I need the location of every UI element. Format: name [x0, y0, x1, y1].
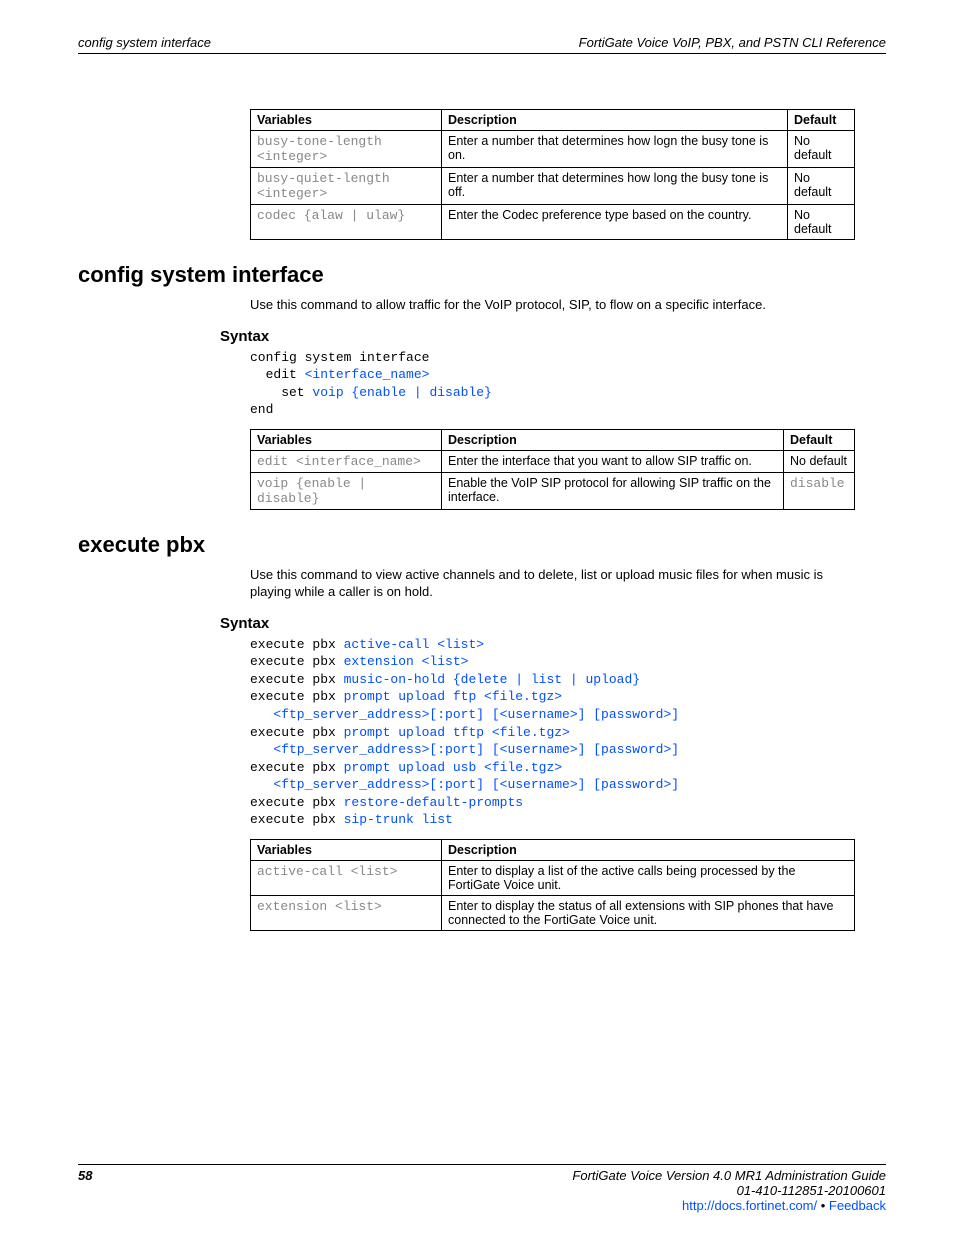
col-default: Default [784, 429, 855, 450]
table-row: busy-tone-length <integer> Enter a numbe… [251, 131, 855, 168]
col-description: Description [442, 429, 784, 450]
col-variables: Variables [251, 839, 442, 860]
page-number: 58 [78, 1168, 92, 1213]
table-row: busy-quiet-length <integer> Enter a numb… [251, 168, 855, 205]
table-row: codec {alaw | ulaw} Enter the Codec pref… [251, 205, 855, 240]
syntax-heading: Syntax [220, 328, 886, 345]
variables-table-1: Variables Description Default busy-tone-… [250, 109, 855, 240]
footer-feedback-link[interactable]: Feedback [829, 1198, 886, 1213]
variables-table-2: Variables Description Default edit <inte… [250, 429, 855, 510]
table-row: edit <interface_name> Enter the interfac… [251, 450, 855, 472]
code-block: config system interface edit <interface_… [250, 349, 886, 419]
header-right: FortiGate Voice VoIP, PBX, and PSTN CLI … [579, 35, 886, 50]
section-intro: Use this command to view active channels… [250, 566, 856, 601]
page-header: config system interface FortiGate Voice … [78, 35, 886, 54]
header-left: config system interface [78, 35, 211, 50]
table-row: active-call <list> Enter to display a li… [251, 860, 855, 895]
footer-guide: FortiGate Voice Version 4.0 MR1 Administ… [572, 1168, 886, 1183]
section-heading-config-system-interface: config system interface [78, 262, 886, 288]
col-variables: Variables [251, 110, 442, 131]
variables-table-3: Variables Description active-call <list>… [250, 839, 855, 931]
col-default: Default [788, 110, 855, 131]
footer-docid: 01-410-112851-20100601 [572, 1183, 886, 1198]
code-block: execute pbx active-call <list> execute p… [250, 636, 886, 829]
footer-link[interactable]: http://docs.fortinet.com/ [682, 1198, 817, 1213]
table-row: extension <list> Enter to display the st… [251, 895, 855, 930]
col-variables: Variables [251, 429, 442, 450]
table-row: voip {enable | disable} Enable the VoIP … [251, 472, 855, 509]
section-heading-execute-pbx: execute pbx [78, 532, 886, 558]
section-intro: Use this command to allow traffic for th… [250, 296, 856, 314]
col-description: Description [442, 110, 788, 131]
col-description: Description [442, 839, 855, 860]
page-footer: 58 FortiGate Voice Version 4.0 MR1 Admin… [78, 1164, 886, 1213]
syntax-heading: Syntax [220, 615, 886, 632]
